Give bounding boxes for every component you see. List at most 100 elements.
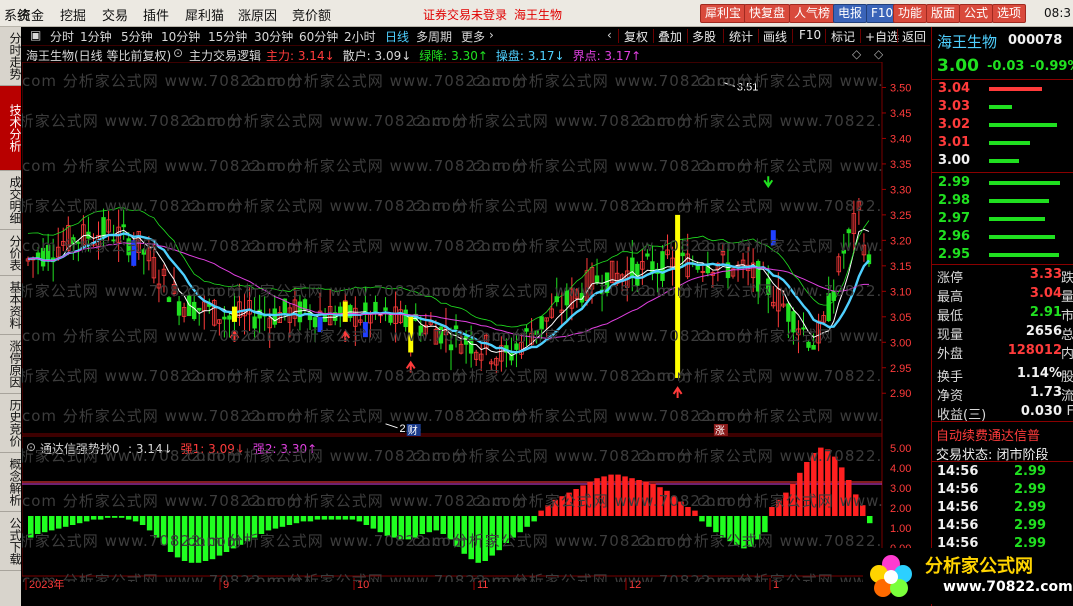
menu-trade[interactable]: 交易	[102, 5, 128, 24]
telegraph-button[interactable]: 电报	[833, 4, 868, 23]
ask-price[interactable]: 3.01	[938, 135, 970, 150]
more-chevron-icon[interactable]: ›	[489, 28, 494, 42]
tab-formula-download[interactable]: 公式下载	[0, 512, 22, 571]
candle-body	[403, 309, 408, 328]
bid-price[interactable]: 2.98	[938, 193, 970, 208]
period-2hour[interactable]: 2小时	[344, 28, 376, 45]
sub-formula-toggle-icon[interactable]: ⊙	[26, 440, 36, 454]
formula-toggle-icon[interactable]: ⊙	[173, 46, 183, 60]
candle-body	[660, 251, 665, 281]
ask-volume-bar	[989, 159, 1019, 163]
popularity-button[interactable]: 人气榜	[789, 4, 836, 23]
quote-change-pct: -0.99%	[1030, 59, 1073, 74]
divider	[932, 264, 1073, 265]
sub-histogram-bar	[468, 516, 474, 560]
ask-price[interactable]: 3.02	[938, 117, 970, 132]
sub-histogram-bar	[258, 516, 265, 534]
tab-history-auction[interactable]: 历史竞价	[0, 394, 22, 453]
indicator-value: : 3.14↓	[128, 442, 173, 456]
bid-price[interactable]: 2.99	[938, 175, 970, 190]
adjust-button[interactable]: 复权	[624, 28, 648, 45]
sub-histogram-bar	[762, 516, 768, 533]
overlay-button[interactable]: 叠加	[658, 28, 682, 45]
xilibao-button[interactable]: 犀利宝	[700, 4, 747, 23]
promo-text[interactable]: 自动续费通达信普	[936, 425, 1040, 444]
bid-price[interactable]: 2.95	[938, 247, 970, 262]
stat-extra: 股	[1060, 370, 1073, 385]
sub-histogram-bar	[447, 516, 453, 540]
draw-line-button[interactable]: 画线	[763, 28, 787, 45]
candle-body	[272, 308, 277, 325]
sub-histogram-bar	[230, 516, 237, 549]
tab-technical-analysis[interactable]: 技术分析	[0, 86, 22, 171]
mark-button[interactable]: 标记	[831, 28, 855, 45]
period-intraday[interactable]: 分时	[50, 28, 74, 45]
add-watchlist-button[interactable]: +自选	[865, 28, 899, 45]
tab-limit-reasons[interactable]: 涨停原因	[0, 335, 22, 394]
stat-value: 1.73	[1029, 385, 1062, 400]
candle-body	[191, 301, 197, 320]
divider	[653, 29, 654, 43]
tab-concept-analysis[interactable]: 概念解析	[0, 453, 22, 512]
tab-intraday[interactable]: 分时走势	[0, 27, 22, 86]
options-button[interactable]: 选项	[992, 4, 1027, 23]
sub-histogram-bar	[748, 516, 754, 547]
ask-price[interactable]: 3.04	[938, 81, 970, 96]
stats-button[interactable]: 统计	[729, 28, 753, 45]
menu-xilimao[interactable]: 犀利猫	[185, 5, 224, 24]
diamond-outline-icon[interactable]: ◇	[874, 47, 883, 61]
tab-price-table[interactable]: 分价表	[0, 230, 22, 276]
menu-mining[interactable]: 挖掘	[60, 5, 86, 24]
period-30min[interactable]: 30分钟	[254, 28, 293, 45]
tab-basic-info[interactable]: 基本资料	[0, 276, 22, 335]
menu-limit-reasons[interactable]: 涨原因	[238, 5, 277, 24]
sub-histogram-bar	[181, 516, 188, 561]
scroll-left-icon[interactable]: ‹	[607, 28, 612, 42]
ask-price[interactable]: 3.00	[938, 153, 970, 168]
bid-price[interactable]: 2.96	[938, 229, 970, 244]
period-1min[interactable]: 1分钟	[80, 28, 112, 45]
sub-formula-name[interactable]: 通达信强势抄0	[40, 440, 120, 457]
menu-funds[interactable]: 资金	[18, 5, 44, 24]
stat-extra: 内	[1060, 347, 1073, 362]
back-button[interactable]: 返回	[902, 28, 926, 45]
sub-histogram-bar	[426, 516, 433, 533]
period-more[interactable]: 更多	[461, 28, 485, 45]
sub-histogram-bar	[202, 516, 209, 561]
sub-axis-label: 1.00	[890, 523, 911, 535]
sub-histogram-bar	[300, 516, 307, 522]
buy-arrow-icon	[340, 330, 351, 342]
period-5min[interactable]: 5分钟	[121, 28, 153, 45]
price-chart[interactable]: 3.50 3.45 3.40 3.35 3.30 3.25 3.20 3.15 3.10 3.05…	[22, 62, 930, 590]
formula-button[interactable]: 公式	[959, 4, 994, 23]
period-daily[interactable]: 日线	[385, 28, 409, 45]
period-menu-icon[interactable]: ▣	[30, 28, 41, 42]
divider	[932, 461, 1073, 462]
menu-auction-amount[interactable]: 竞价额	[292, 5, 331, 24]
period-multi[interactable]: 多周期	[416, 28, 452, 45]
ask-price[interactable]: 3.03	[938, 99, 970, 114]
diamond-icon[interactable]: ◇	[852, 47, 861, 61]
price-axis-label: 3.25	[890, 210, 911, 222]
signal-bar-blue	[362, 321, 368, 338]
stat-row: 最高 3.04 量	[932, 286, 1073, 305]
functions-button[interactable]: 功能	[893, 4, 928, 23]
quick-review-button[interactable]: 快复盘	[744, 4, 791, 23]
bid-price[interactable]: 2.97	[938, 211, 970, 226]
period-60min[interactable]: 60分钟	[299, 28, 338, 45]
left-tab-bar: 分时走势 技术分析 成交明细 分价表 基本资料 涨停原因 历史竞价 概念解析 公…	[0, 27, 22, 606]
logo-text: 分析家公式网	[925, 556, 1033, 577]
divider	[932, 421, 1073, 422]
stat-extra: F	[1066, 404, 1073, 419]
period-15min[interactable]: 15分钟	[208, 28, 247, 45]
ask-volume-bar	[989, 105, 1012, 109]
sub-histogram-bar	[111, 516, 118, 518]
f10-button[interactable]: F10	[799, 28, 821, 42]
tab-trade-details[interactable]: 成交明细	[0, 171, 22, 230]
multi-stock-button[interactable]: 多股	[692, 28, 716, 45]
layout-button[interactable]: 版面	[926, 4, 961, 23]
menu-plugins[interactable]: 插件	[143, 5, 169, 24]
period-10min[interactable]: 10分钟	[161, 28, 200, 45]
candle-body	[846, 229, 852, 234]
login-notice[interactable]: 证券交易未登录	[423, 6, 507, 23]
